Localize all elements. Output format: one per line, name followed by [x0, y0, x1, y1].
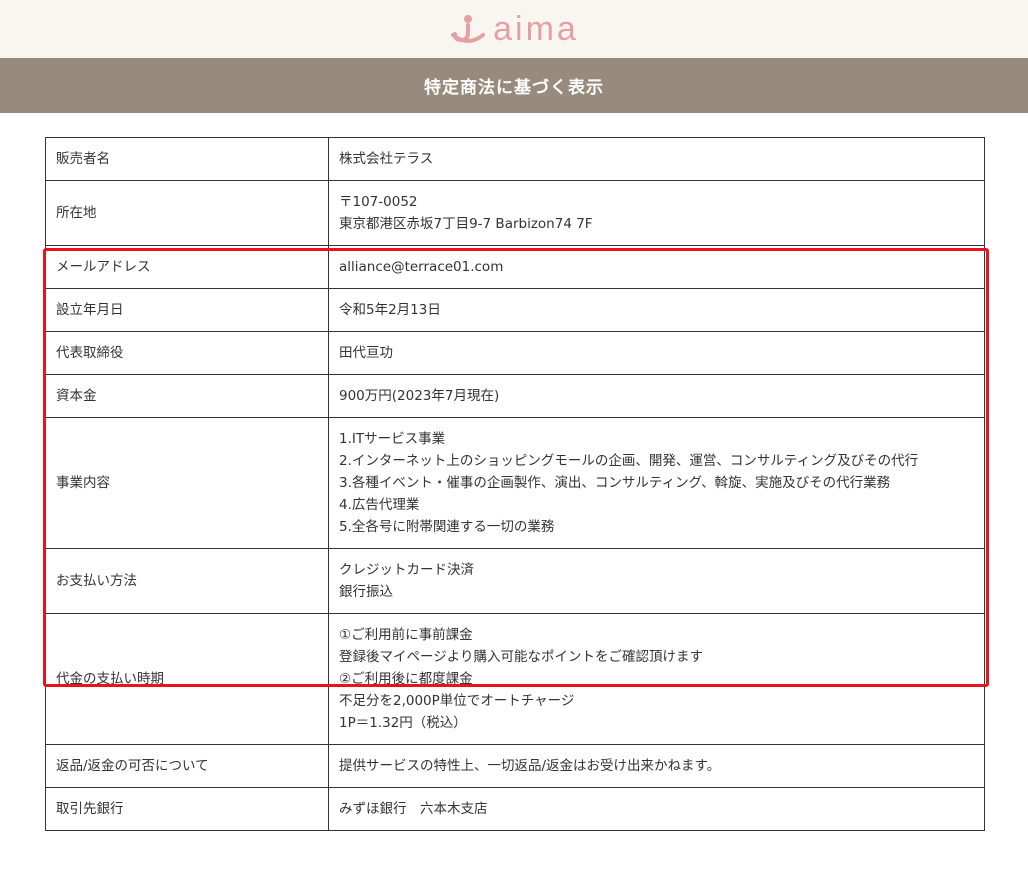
row-label: 販売者名: [45, 137, 329, 181]
row-value-line: 令和5年2月13日: [339, 302, 441, 318]
row-value-line: 東京都港区赤坂7丁目9-7 Barbizon74 7F: [339, 216, 593, 232]
row-value-line: ①ご利用前に事前課金: [339, 627, 473, 643]
row-value-line: 不足分を2,000P単位でオートチャージ: [339, 693, 575, 709]
row-value: 900万円(2023年7月現在): [328, 374, 985, 418]
row-value-line: 3.各種イベント・催事の企画製作、演出、コンサルティング、斡旋、実施及びその代行…: [339, 475, 891, 491]
row-value: 1.ITサービス事業 2.インターネット上のショッピングモールの企画、開発、運営、…: [328, 417, 985, 549]
row-label: 返品/返金の可否について: [45, 744, 329, 788]
row-value-line: ②ご利用後に都度課金: [339, 671, 473, 687]
table-row: お支払い方法 クレジットカード決済 銀行振込: [45, 548, 985, 614]
row-value-line: 5.全各号に附帯関連する一切の業務: [339, 519, 555, 535]
main-content: 販売者名 株式会社テラス 所在地 〒107-0052 東京都港区赤坂7丁目9-7 Bar…: [0, 113, 1028, 831]
table-row: 返品/返金の可否について 提供サービスの特性上、一切返品/返金はお受け出来かねます…: [45, 744, 985, 788]
page-title-bar: 特定商法に基づく表示: [0, 58, 1028, 113]
row-value: 株式会社テラス: [328, 137, 985, 181]
row-label: 資本金: [45, 374, 329, 418]
row-label: 代表取締役: [45, 331, 329, 375]
top-bar: aima: [0, 0, 1028, 58]
row-label: 所在地: [45, 180, 329, 246]
logo[interactable]: aima: [449, 12, 579, 46]
table-row: 資本金 900万円(2023年7月現在): [45, 374, 985, 418]
table-row: 取引先銀行 みずほ銀行 六本木支店: [45, 787, 985, 831]
row-value: みずほ銀行 六本木支店: [328, 787, 985, 831]
row-value-line: 1.ITサービス事業: [339, 431, 446, 447]
row-value-line: みずほ銀行 六本木支店: [339, 801, 488, 817]
row-label: 代金の支払い時期: [45, 613, 329, 745]
row-value: 令和5年2月13日: [328, 288, 985, 332]
table-row: 代金の支払い時期 ①ご利用前に事前課金 登録後マイページより購入可能なポイントをご確…: [45, 613, 985, 745]
table-row: 事業内容 1.ITサービス事業 2.インターネット上のショッピングモールの企画、開発…: [45, 417, 985, 549]
row-value: alliance@terrace01.com: [328, 245, 985, 289]
row-label: メールアドレス: [45, 245, 329, 289]
row-value-line: 1P＝1.32円（税込）: [339, 715, 467, 731]
commerce-law-table: 販売者名 株式会社テラス 所在地 〒107-0052 東京都港区赤坂7丁目9-7 Bar…: [45, 137, 985, 831]
row-value: 田代亘功: [328, 331, 985, 375]
row-value-line: 登録後マイページより購入可能なポイントをご確認頂けます: [339, 649, 703, 665]
table-row: 代表取締役 田代亘功: [45, 331, 985, 375]
row-value: ①ご利用前に事前課金登録後マイページより購入可能なポイントをご確認頂けます ②ご利…: [328, 613, 985, 745]
row-value-line: 4.広告代理業: [339, 497, 420, 513]
table-row: メールアドレス alliance@terrace01.com: [45, 245, 985, 289]
row-value-line: 田代亘功: [339, 345, 393, 361]
row-value: クレジットカード決済 銀行振込: [328, 548, 985, 614]
row-label: 取引先銀行: [45, 787, 329, 831]
table-row: 設立年月日 令和5年2月13日: [45, 288, 985, 332]
row-value: 〒107-0052 東京都港区赤坂7丁目9-7 Barbizon74 7F: [328, 180, 985, 246]
row-value-line: クレジットカード決済: [339, 562, 474, 578]
table-row: 販売者名 株式会社テラス: [45, 137, 985, 181]
page-title: 特定商法に基づく表示: [424, 78, 604, 98]
row-value-line: 〒107-0052: [339, 194, 418, 210]
row-label: 事業内容: [45, 417, 329, 549]
row-value-line: 900万円(2023年7月現在): [339, 388, 500, 404]
row-value-line: 銀行振込: [339, 584, 393, 600]
logo-text: aima: [493, 10, 579, 48]
row-value-line: 株式会社テラス: [339, 151, 434, 167]
row-value-line: 2.インターネット上のショッピングモールの企画、開発、運営、コンサルティング及び…: [339, 453, 919, 469]
row-value: 提供サービスの特性上、一切返品/返金はお受け出来かねます。: [328, 744, 985, 788]
table-row: 所在地 〒107-0052 東京都港区赤坂7丁目9-7 Barbizon74 7F: [45, 180, 985, 246]
row-label: お支払い方法: [45, 548, 329, 614]
row-value-line[interactable]: alliance@terrace01.com: [339, 256, 974, 278]
row-label: 設立年月日: [45, 288, 329, 332]
row-value-line: 提供サービスの特性上、一切返品/返金はお受け出来かねます。: [339, 758, 721, 774]
logo-mark-icon: [451, 15, 486, 43]
